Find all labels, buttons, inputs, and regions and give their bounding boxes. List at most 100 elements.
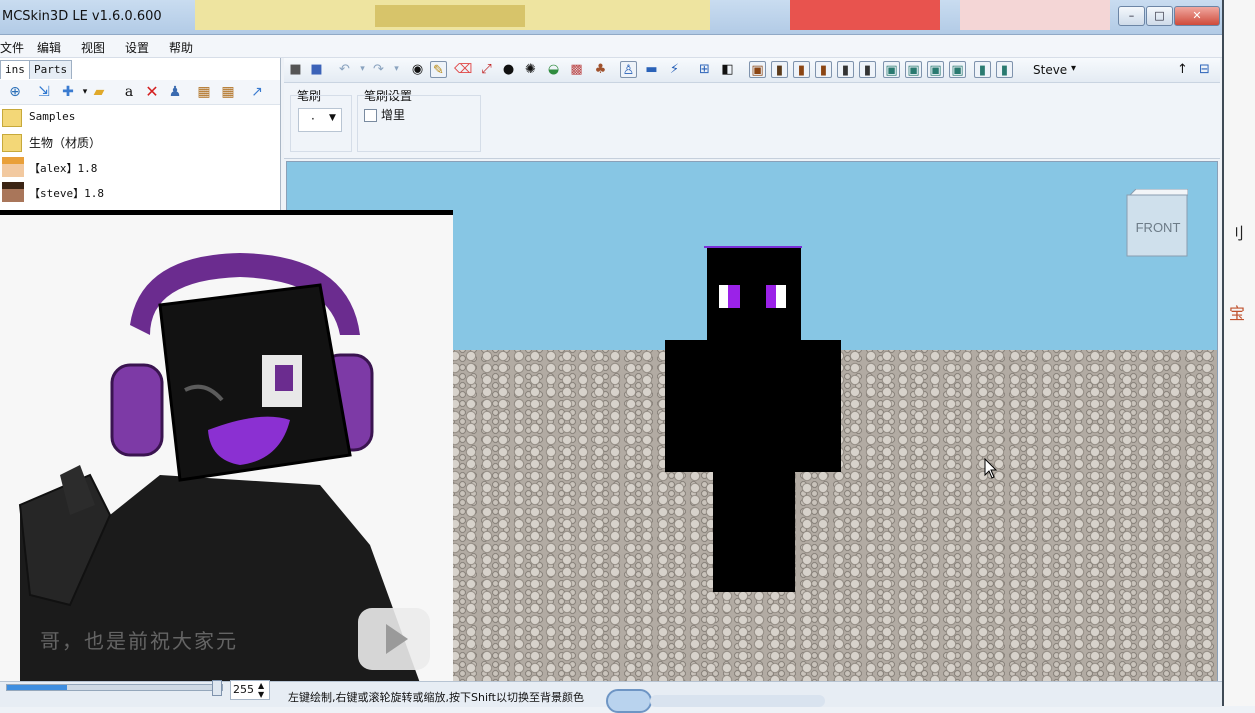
burn-icon[interactable]: ✺ [522, 61, 539, 78]
background-icon[interactable]: ▬ [643, 61, 660, 78]
incremental-checkbox[interactable] [364, 109, 377, 122]
camera-icon[interactable]: ◉ [409, 61, 426, 78]
tree-item-steve[interactable]: 【steve】1.8 [0, 180, 275, 204]
lighting-icon[interactable]: ⚡ [666, 61, 683, 78]
play-icon[interactable] [358, 608, 430, 670]
view-cube-label: FRONT [1136, 220, 1181, 235]
leg-part-icon[interactable]: ▮ [859, 61, 876, 78]
import-icon[interactable]: ⇲ [35, 83, 53, 101]
spin-down-icon[interactable]: ▼ [258, 690, 264, 699]
avatar-overlay: 哥，也是前祝大家元 [0, 210, 453, 683]
brush-settings-group [357, 95, 481, 152]
save-icon[interactable]: ■ [287, 61, 304, 78]
overlay-part-icon[interactable]: ▣ [905, 61, 922, 78]
overlay-part-icon[interactable]: ▮ [996, 61, 1013, 78]
undo-icon[interactable]: ↶ [336, 61, 353, 78]
chevron-down-icon[interactable]: ▾ [1071, 63, 1076, 74]
redo-icon[interactable]: ↷ [370, 61, 387, 78]
view-icon[interactable]: ◧ [719, 61, 736, 78]
menu-settings[interactable]: 设置 [125, 39, 149, 56]
folder-icon [2, 109, 22, 127]
tab-parts[interactable]: Parts [29, 60, 73, 79]
body-part-icon[interactable]: ▮ [771, 61, 788, 78]
fill-icon[interactable]: ◒ [545, 61, 562, 78]
menu-edit[interactable]: 编辑 [37, 39, 61, 56]
folder-icon [2, 134, 22, 152]
overlay-part-icon[interactable]: ▣ [883, 61, 900, 78]
eye-purple [728, 285, 740, 308]
minimize-button[interactable]: – [1118, 6, 1145, 26]
spin-up-icon[interactable]: ▲ [258, 681, 264, 690]
clone-icon[interactable]: ♟ [166, 83, 184, 101]
save-all-icon[interactable]: ■ [308, 61, 325, 78]
background-strip [790, 0, 940, 30]
menu-bar: 文件 编辑 视图 设置 帮助 [0, 35, 1222, 58]
alex-skin-icon [2, 157, 24, 177]
player-control[interactable] [606, 689, 652, 713]
arm-part-icon[interactable]: ▮ [793, 61, 810, 78]
slider-fill [7, 685, 67, 690]
opacity-slider[interactable] [6, 684, 223, 691]
new-skin-icon[interactable]: ✚ [59, 83, 77, 101]
tree-item-label: 生物（材质） [29, 136, 102, 150]
chevron-down-icon[interactable]: ▾ [354, 61, 371, 78]
tree-item-label: Samples [29, 110, 76, 123]
texture-grid-icon[interactable]: ▦ [219, 83, 237, 101]
brush-size-value: · [311, 112, 315, 126]
folder-icon[interactable]: ▰ [90, 83, 108, 101]
noise-icon[interactable]: ▩ [568, 61, 585, 78]
maximize-button[interactable]: □ [1146, 6, 1173, 26]
zoom-icon[interactable]: ⊕ [6, 83, 24, 101]
stamp-icon[interactable]: ♣ [592, 61, 609, 78]
delete-icon[interactable]: ✕ [143, 83, 161, 101]
background-strip [960, 0, 1110, 30]
menu-view[interactable]: 视图 [81, 39, 105, 56]
arrow-up-icon[interactable]: ↑ [1174, 61, 1191, 78]
model-selector[interactable]: Steve [1033, 63, 1067, 77]
head-part-icon[interactable]: ▣ [749, 61, 766, 78]
brush-size-dropdown[interactable]: · ▼ [298, 108, 342, 132]
close-button[interactable]: ✕ [1174, 6, 1220, 26]
tree-item-alex[interactable]: 【alex】1.8 [0, 155, 275, 179]
slider-thumb[interactable] [212, 680, 222, 696]
eye-white [776, 285, 786, 308]
menu-file[interactable]: 文件 [0, 39, 24, 56]
tree-item-mobs[interactable]: 生物（材质） [0, 130, 275, 154]
steve-skin-icon [2, 182, 24, 202]
layout-icon[interactable]: ⊟ [1196, 61, 1213, 78]
video-subtitle: 哥，也是前祝大家元 [40, 629, 238, 653]
arm-part-icon[interactable]: ▮ [815, 61, 832, 78]
player-progress[interactable] [650, 695, 825, 707]
dropper-icon[interactable]: ⤢ [478, 61, 495, 78]
background-strip [375, 5, 525, 27]
brush-panel: 笔刷 · ▼ 笔刷设置 增里 [284, 83, 1220, 159]
eye-purple [766, 285, 776, 308]
skin-legs[interactable] [713, 470, 795, 592]
opacity-value-field[interactable]: 255 ▲ ▼ [230, 680, 270, 700]
view-cube[interactable]: FRONT [1126, 189, 1188, 257]
outside-area: 刂 宝 [1222, 0, 1255, 706]
incremental-label: 增里 [381, 108, 406, 122]
chevron-down-icon[interactable]: ▾ [388, 61, 405, 78]
overlay-part-icon[interactable]: ▮ [974, 61, 991, 78]
menu-help[interactable]: 帮助 [169, 39, 193, 56]
tab-skins[interactable]: ins [0, 60, 30, 79]
overlay-part-icon[interactable]: ▣ [927, 61, 944, 78]
opacity-value: 255 [233, 683, 254, 696]
dodge-icon[interactable]: ● [500, 61, 517, 78]
title-bar: MCSkin3D LE v1.6.0.600 – □ ✕ [0, 0, 1225, 35]
grid-icon[interactable]: ⊞ [696, 61, 713, 78]
eraser-icon[interactable]: ⌫ [454, 61, 472, 78]
rename-icon[interactable]: a [120, 83, 138, 101]
leg-part-icon[interactable]: ▮ [837, 61, 854, 78]
tree-item-samples[interactable]: Samples [0, 105, 275, 129]
upload-icon[interactable]: ↗ [248, 83, 266, 101]
main-toolbar: ■ ■ ↶ ▾ ↷ ▾ ◉ ✎ ⌫ ⤢ ● ✺ ◒ ▩ ♣ ♙ ▬ ⚡ ⊞ ◧ … [284, 58, 1220, 83]
skin-torso-arms[interactable] [665, 340, 841, 472]
pencil-icon[interactable]: ✎ [430, 61, 447, 78]
tree-item-label: 【steve】1.8 [29, 187, 104, 200]
grid-icon[interactable]: ▦ [195, 83, 213, 101]
model-icon[interactable]: ♙ [620, 61, 637, 78]
overlay-part-icon[interactable]: ▣ [949, 61, 966, 78]
skins-toolbar: ⊕ ⇲ ✚ ▾ ▰ a ✕ ♟ ▦ ▦ ↗ [0, 80, 280, 105]
